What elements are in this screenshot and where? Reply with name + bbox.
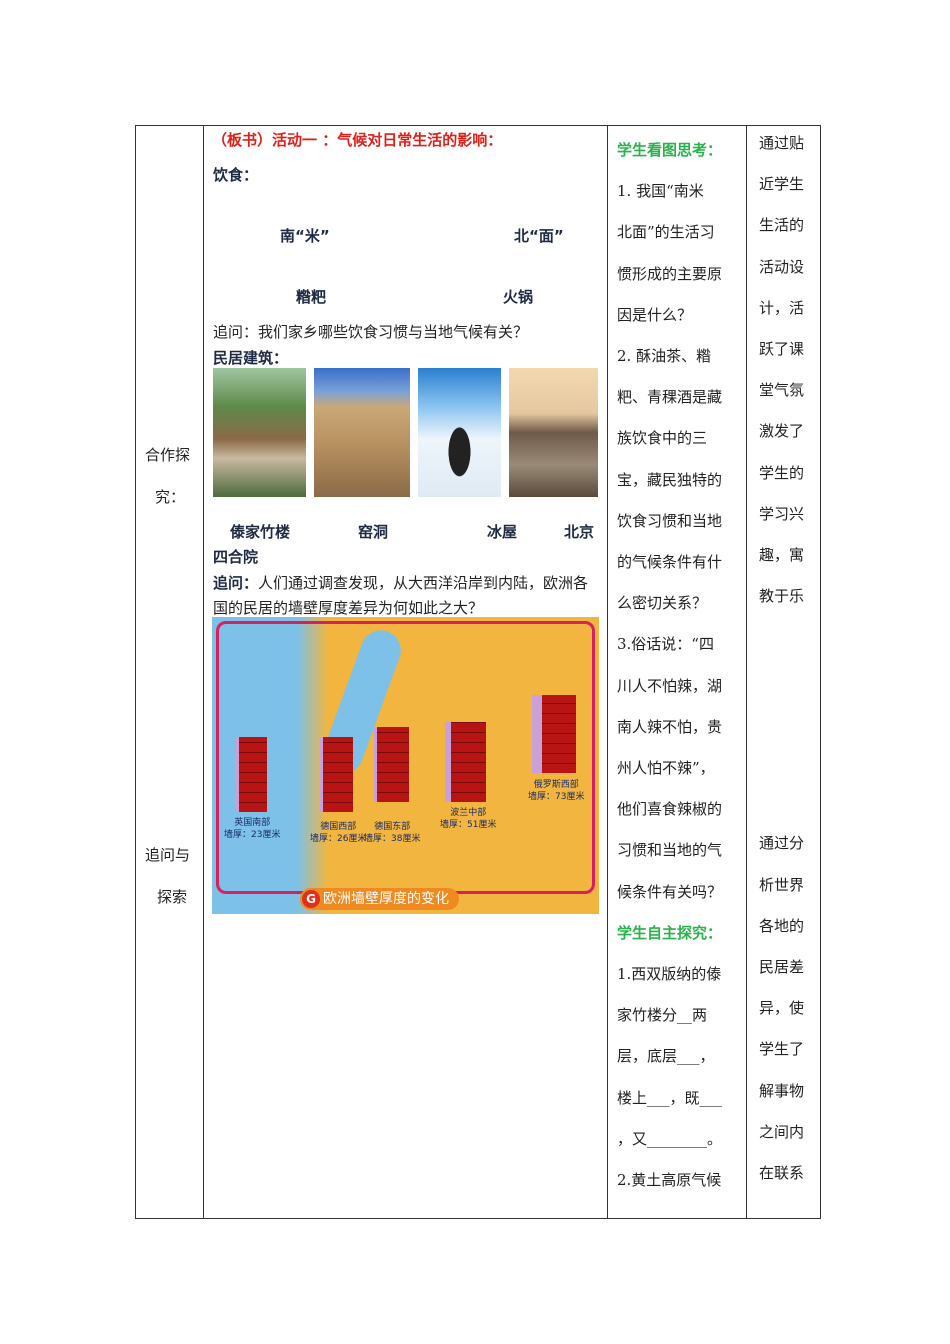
text-line: 各地的 xyxy=(759,916,805,935)
text-line: 异，使 xyxy=(759,999,805,1018)
map-label: 波兰中部 墙厚：51厘米 xyxy=(440,808,497,830)
photo-caption: 傣家竹楼 xyxy=(230,523,291,541)
text-line: 学生了 xyxy=(759,1040,805,1059)
photo-beijing-siheyuan xyxy=(509,368,598,497)
text-line: 通过分 xyxy=(759,834,805,853)
wall-icon xyxy=(532,695,576,773)
text-line: 的气候条件有什 xyxy=(617,553,723,572)
text-line: 候条件有关吗？ xyxy=(617,882,723,901)
photo-caption: 冰屋 xyxy=(487,523,518,541)
label-line: 探索 xyxy=(157,888,188,906)
text-line: 计，活 xyxy=(759,298,805,317)
text-line: 学习兴 xyxy=(759,504,805,523)
text-line: 之间内 xyxy=(759,1122,805,1141)
question-text: 追问：我们家乡哪些饮食习惯与当地气候有关？ xyxy=(213,323,529,341)
map-badge: G xyxy=(302,890,320,908)
question-text: 人们通过调查发现，从大西洋沿岸到内陆，欧洲各国的民居的墙壁厚度差异为何如此之大？ xyxy=(213,574,589,617)
photo-cave-dwelling xyxy=(314,368,410,497)
europe-wall-thickness-map: 英国南部 墙厚：23厘米 德国西部 墙厚：26厘米 德国东部 墙厚：38厘米 波兰中部… xyxy=(212,617,599,914)
food-label: 饮食： xyxy=(213,166,259,184)
text-line: 因是什么？ xyxy=(617,305,693,324)
text-line: ，又________。 xyxy=(617,1129,723,1148)
wall-icon xyxy=(374,727,409,802)
table-bottom-border xyxy=(135,1218,820,1219)
table-border xyxy=(820,125,821,1219)
map-label: 俄罗斯西部 墙厚：73厘米 xyxy=(528,780,585,802)
map-title-text: 欧洲墙壁厚度的变化 xyxy=(323,891,449,907)
text-line: 通过贴 xyxy=(759,134,805,152)
text-line: 粑、青稞酒是藏 xyxy=(617,388,723,407)
text-line: 趣，寓 xyxy=(759,546,805,565)
text-line: 生活的 xyxy=(759,216,805,235)
table-border xyxy=(607,125,608,1219)
map-label: 德国东部 墙厚：38厘米 xyxy=(364,822,421,844)
text-line: 在联系 xyxy=(759,1164,805,1183)
food-item: 糌粑 xyxy=(296,288,327,306)
food-item: 火锅 xyxy=(503,288,534,306)
label-line: 究： xyxy=(155,488,186,506)
text-line: 解事物 xyxy=(759,1081,805,1100)
section-label-inquiry: 追问与 探索 xyxy=(145,834,190,918)
text-line: 么密切关系？ xyxy=(617,594,708,613)
section-label-cooperation: 合作探 究： xyxy=(145,434,190,518)
student-think-heading: 学生看图思考： xyxy=(617,141,723,159)
housing-label: 民居建筑： xyxy=(213,349,289,367)
activity-heading: （板书）活动一 ：气候对日常生活的影响： xyxy=(212,131,503,149)
design-intent-column: 通过贴近学生生活的活动设计，活跃了课堂气氛激发了学生的学习兴趣，寓教于乐 通过分… xyxy=(759,123,815,1194)
text-line: 近学生 xyxy=(759,175,805,194)
wall-icon xyxy=(445,722,486,802)
text-line: 2. 酥油茶、糌 xyxy=(617,347,712,366)
text-line: 3.俗话说：“四 xyxy=(617,635,714,654)
question-label: 追问： xyxy=(213,574,259,592)
text-line: 民居差 xyxy=(759,958,805,977)
question-2: 追问：人们通过调查发现，从大西洋沿岸到内陆，欧洲各国的民居的墙壁厚度差异为何如此… xyxy=(213,571,601,621)
photo-caption: 北京 xyxy=(564,523,595,541)
table-border xyxy=(135,125,136,1219)
text-line: 教于乐 xyxy=(759,587,805,606)
text-line: 学生的 xyxy=(759,463,805,482)
photo-igloo xyxy=(418,368,501,497)
table-border xyxy=(746,125,747,1219)
text-line: 族饮食中的三 xyxy=(617,429,708,448)
text-line: 家竹楼分__两 xyxy=(617,1006,708,1025)
label-line: 追问与 xyxy=(145,846,191,864)
text-line: 州人怕不辣”， xyxy=(617,759,715,778)
wall-icon xyxy=(320,737,353,812)
food-item: 南“米” xyxy=(280,227,330,245)
text-line: 2.黄土高原气候 xyxy=(617,1171,722,1190)
photo-caption: 四合院 xyxy=(213,548,259,566)
photo-dai-bamboo-house xyxy=(213,368,306,497)
map-label: 德国西部 墙厚：26厘米 xyxy=(310,822,367,844)
text-line: 宝，藏民独特的 xyxy=(617,470,723,489)
map-label: 英国南部 墙厚：23厘米 xyxy=(224,818,281,840)
text-line: 南人辣不怕，贵 xyxy=(617,717,723,736)
text-line: 川人不怕辣，湖 xyxy=(617,676,723,695)
text-line: 惯形成的主要原 xyxy=(617,264,723,283)
text-line: 北面”的生活习 xyxy=(617,223,715,242)
text-line: 析世界 xyxy=(759,875,805,894)
food-item: 北“面” xyxy=(514,227,564,245)
text-line: 他们喜食辣椒的 xyxy=(617,800,723,819)
text-line: 激发了 xyxy=(759,422,805,441)
document-page: 合作探 究： 追问与 探索 （板书）活动一 ：气候对日常生活的影响： 饮食： 南… xyxy=(0,0,950,1344)
student-activity-column: 学生看图思考： 1. 我国“南米 北面”的生活习 惯形成的主要原 因是什么？ 2. 酥油… xyxy=(617,130,742,1201)
photo-caption: 窑洞 xyxy=(358,523,389,541)
student-explore-heading: 学生自主探究： xyxy=(617,923,723,942)
text-line: 1. 我国“南米 xyxy=(617,182,704,201)
wall-icon xyxy=(236,737,267,812)
text-line: 堂气氛 xyxy=(759,381,805,400)
text-line: 饮食习惯和当地 xyxy=(617,511,723,530)
text-line: 1.西双版纳的傣 xyxy=(617,965,722,984)
label-line: 合作探 xyxy=(145,446,191,464)
table-border xyxy=(203,125,204,1219)
text-line: 层，底层___， xyxy=(617,1047,715,1066)
map-title: G 欧洲墙壁厚度的变化 xyxy=(300,888,459,910)
text-line: 活动设 xyxy=(759,257,805,276)
table-top-border xyxy=(135,125,820,126)
text-line: 习惯和当地的气 xyxy=(617,841,723,860)
text-line: 跃了课 xyxy=(759,340,805,359)
text-line: 楼上___，既___ xyxy=(617,1088,723,1107)
